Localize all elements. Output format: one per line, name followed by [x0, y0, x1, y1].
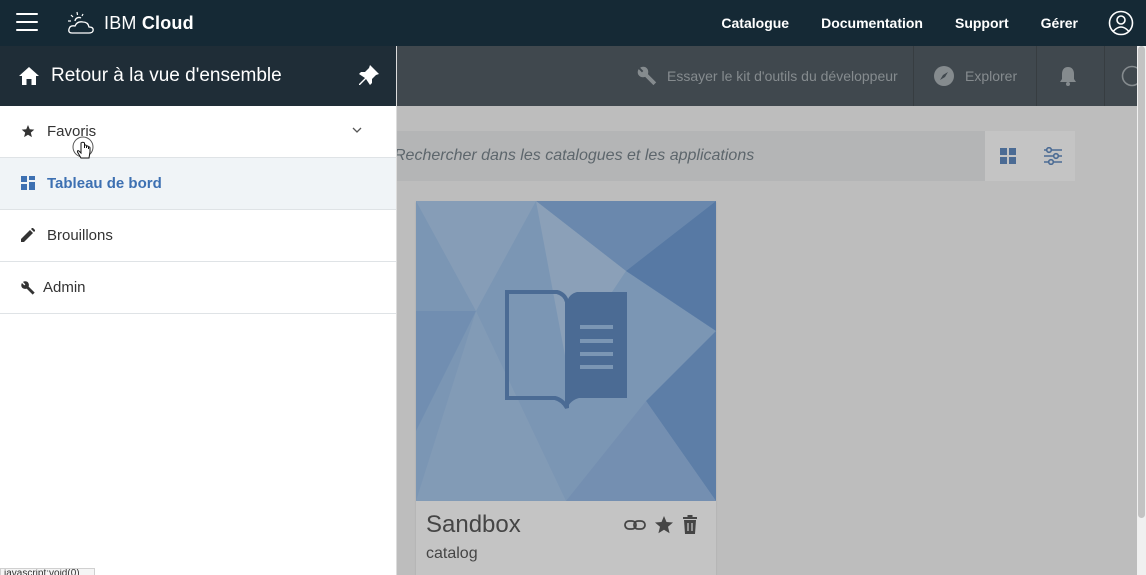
cloud-logo-icon	[68, 11, 94, 34]
dashboard-icon	[21, 175, 37, 192]
sidebar-item-label: Brouillons	[47, 227, 113, 244]
brand-prefix: IBM	[104, 12, 137, 33]
user-avatar-icon[interactable]	[1108, 10, 1134, 36]
pin-icon[interactable]	[357, 64, 381, 88]
top-nav-links: Catalogue Documentation Support Gérer	[721, 0, 1146, 46]
scrollbar-thumb[interactable]	[1138, 46, 1145, 518]
nav-support-link[interactable]: Support	[955, 15, 1009, 31]
wrench-icon	[20, 280, 36, 296]
nav-catalogue-link[interactable]: Catalogue	[721, 15, 789, 31]
side-navigation-panel: Retour à la vue d'ensemble Favoris Table…	[0, 46, 397, 575]
star-icon	[21, 124, 37, 140]
home-icon	[19, 67, 39, 85]
sidebar-item-drafts[interactable]: Brouillons	[0, 210, 396, 262]
sidebar-item-label: Tableau de bord	[47, 175, 162, 192]
brand-name: Cloud	[141, 12, 194, 33]
ibm-cloud-logo[interactable]: IBM Cloud	[66, 8, 194, 38]
nav-manage-link[interactable]: Gérer	[1041, 15, 1078, 31]
sidebar-item-admin[interactable]: Admin	[0, 262, 396, 314]
hamburger-menu-icon[interactable]	[16, 13, 38, 33]
back-to-overview-label: Retour à la vue d'ensemble	[51, 65, 282, 86]
nav-documentation-link[interactable]: Documentation	[821, 15, 923, 31]
back-to-overview-header[interactable]: Retour à la vue d'ensemble	[0, 46, 396, 106]
sidebar-item-dashboard[interactable]: Tableau de bord	[0, 158, 396, 210]
hand-cursor-icon	[72, 136, 94, 159]
chevron-down-icon[interactable]	[351, 124, 363, 136]
sidebar-item-label: Admin	[43, 279, 86, 296]
status-bar-url: javascript:void(0)	[0, 568, 95, 575]
sidebar-item-favorites[interactable]: Favoris	[0, 106, 396, 158]
modal-backdrop-overlay[interactable]	[396, 46, 1146, 575]
pencil-icon	[21, 227, 37, 244]
page-scrollbar[interactable]	[1137, 46, 1146, 575]
top-navigation-bar: IBM Cloud Catalogue Documentation Suppor…	[0, 0, 1146, 46]
